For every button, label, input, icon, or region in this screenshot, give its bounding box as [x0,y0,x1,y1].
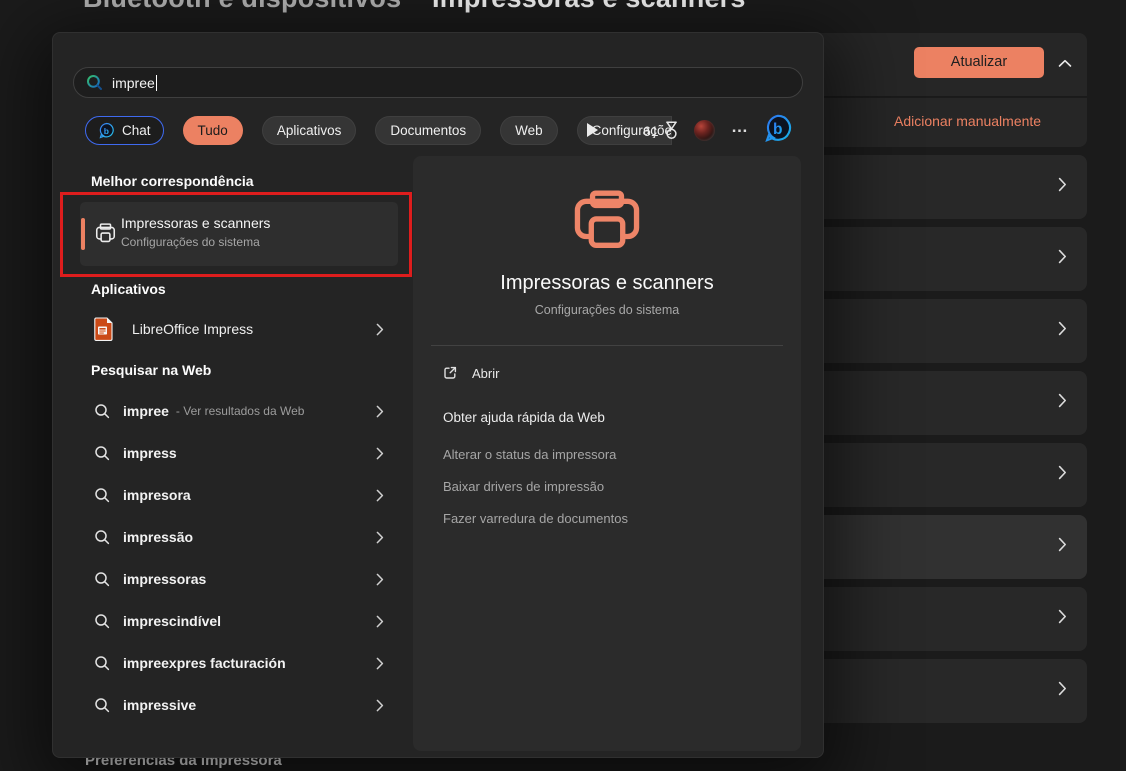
filter-label: Chat [122,123,151,138]
search-suggestion-icon [94,529,111,546]
bing-logo[interactable]: b [763,113,793,143]
preview-subtitle: Configurações do sistema [413,303,801,317]
result-preview-panel: Impressoras e scanners Configurações do … [413,156,801,751]
action-change-printer-status[interactable]: Alterar o status da impressora [443,447,616,462]
chevron-right-icon [1058,393,1067,408]
search-input[interactable]: impree [73,67,803,98]
svg-text:b: b [773,121,782,138]
quick-help-link[interactable]: Obter ajuda rápida da Web [443,410,605,425]
chevron-right-icon [1058,537,1067,552]
app-item-libreoffice-impress[interactable]: LibreOffice Impress [80,309,398,349]
svg-text:b: b [104,126,109,136]
search-suggestion-icon [94,613,111,630]
web-search-heading: Pesquisar na Web [91,362,211,378]
suggestion-text: impress [123,445,177,461]
filter-tab-chat[interactable]: b Chat [85,116,164,145]
chevron-right-icon [376,573,384,586]
suggestion-text: impressive [123,697,196,713]
best-match-item[interactable]: Impressoras e scanners Configurações do … [80,202,398,266]
chevron-right-icon [376,699,384,712]
suggestion-text: imprescindível [123,613,221,629]
chevron-right-icon [1058,465,1067,480]
rewards-medal-icon [664,121,679,140]
suggestion-annotation: - Ver resultados da Web [176,404,305,418]
page-title: Impressoras e scanners [432,0,746,14]
filter-label: Web [515,123,543,138]
search-icon [86,74,103,91]
action-download-drivers[interactable]: Baixar drivers de impressão [443,479,604,494]
search-suggestion-icon [94,655,111,672]
chevron-right-icon [376,405,384,418]
search-query: impree [112,75,155,91]
search-suggestion-icon [94,487,111,504]
filter-tab-documentos[interactable]: Documentos [375,116,481,145]
text-caret [156,75,158,91]
chevron-right-icon [1058,609,1067,624]
web-suggestion-row[interactable]: impress [80,432,398,474]
web-suggestion-row[interactable]: impressoras [80,558,398,600]
filter-label: Aplicativos [277,123,342,138]
suggestion-text: impressoras [123,571,206,587]
search-suggestion-icon [94,445,111,462]
web-suggestion-row[interactable]: imprescindível [80,600,398,642]
bing-chat-icon: b [98,122,115,139]
best-match-subtitle: Configurações do sistema [121,235,260,249]
divider [431,345,783,346]
scroll-filters-right-icon[interactable] [587,123,598,137]
chevron-right-icon [376,657,384,670]
libreoffice-impress-icon [94,317,114,341]
best-match-heading: Melhor correspondência [91,173,254,189]
selection-accent-bar [81,218,85,250]
rewards-badge[interactable]: 61 [643,121,679,140]
search-suggestion-icon [94,697,111,714]
web-suggestion-row[interactable]: impree - Ver resultados da Web [80,390,398,432]
filter-label: Tudo [198,123,228,138]
filter-tab-web[interactable]: Web [500,116,558,145]
preview-title: Impressoras e scanners [413,272,801,295]
chevron-right-icon [376,489,384,502]
more-options-button[interactable]: … [731,117,750,137]
printer-icon-large [569,190,645,256]
suggestion-text: impressão [123,529,193,545]
chevron-right-icon [1058,321,1067,336]
search-suggestion-icon [94,403,111,420]
refresh-button[interactable]: Atualizar [914,47,1044,78]
filter-tab-aplicativos[interactable]: Aplicativos [262,116,357,145]
filter-tab-tudo[interactable]: Tudo [183,116,243,145]
search-overlay: impree b Chat Tudo Aplicativos Documento… [52,32,824,758]
apps-heading: Aplicativos [91,281,166,297]
chevron-right-icon [1058,177,1067,192]
chevron-right-icon [376,447,384,460]
filter-label: Documentos [390,123,466,138]
suggestion-text: impresora [123,487,191,503]
suggestion-text: impree [123,403,169,419]
chevron-right-icon [376,531,384,544]
open-button[interactable]: Abrir [442,365,499,381]
user-avatar[interactable] [694,120,715,141]
action-scan-documents[interactable]: Fazer varredura de documentos [443,511,628,526]
search-suggestion-icon [94,571,111,588]
chevron-up-icon[interactable] [1054,52,1076,74]
web-suggestion-row[interactable]: impressão [80,516,398,558]
open-external-icon [442,365,458,381]
add-manually-link[interactable]: Adicionar manualmente [894,113,1041,129]
chevron-right-icon [1058,681,1067,696]
best-match-title: Impressoras e scanners [121,215,270,231]
web-suggestion-row[interactable]: impreexpres facturación [80,642,398,684]
breadcrumb[interactable]: Bluetooth e dispositivos [83,0,401,14]
rewards-count: 61 [643,123,659,139]
app-item-label: LibreOffice Impress [132,321,253,337]
web-suggestion-row[interactable]: impressive [80,684,398,726]
web-suggestion-row[interactable]: impresora [80,474,398,516]
suggestion-text: impreexpres facturación [123,655,286,671]
open-label: Abrir [472,366,499,381]
printer-icon [93,221,118,246]
chevron-right-icon [1058,249,1067,264]
chevron-right-icon [376,615,384,628]
chevron-right-icon [376,323,384,336]
